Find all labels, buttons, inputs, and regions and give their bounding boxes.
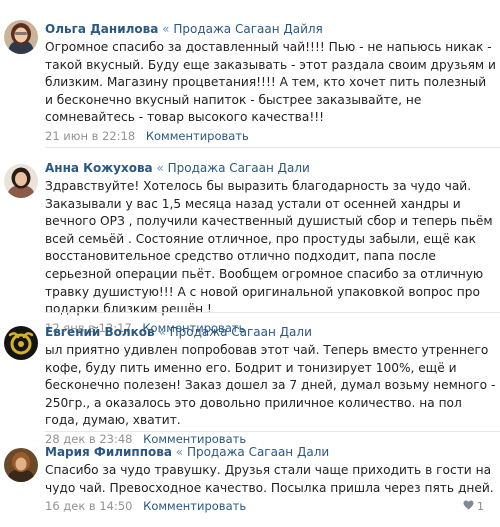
group-separator: « [158, 325, 166, 339]
divider [45, 431, 500, 432]
comment-header: Ольга Данилова « Продажа Сагаан Дайля [45, 22, 496, 37]
comment-reply-button[interactable]: Комментировать [143, 432, 246, 446]
comment-reply-button[interactable]: Комментировать [143, 499, 246, 513]
group-link[interactable]: Продажа Сагаан Дали [170, 325, 312, 339]
comment-meta: 21 июн в 22:18 Комментировать [45, 128, 496, 144]
group-link[interactable]: Продажа Сагаан Дали [168, 161, 310, 175]
comment-date[interactable]: 28 дек в 23:48 [45, 432, 133, 446]
comment-date[interactable]: 21 июн в 22:18 [45, 129, 135, 143]
comment-text: Огромное спасибо за доставленный чай!!!!… [45, 40, 496, 125]
avatar[interactable] [4, 164, 38, 198]
author-name[interactable]: Ольга Данилова [45, 22, 158, 36]
group-separator: « [175, 445, 184, 459]
like-count: 1 [477, 500, 484, 513]
comment-text: Здравствуйте! Хотелось бы выразить благо… [45, 179, 493, 317]
comment-header: Евгений Волков « Продажа Сагаан Дали [45, 325, 496, 340]
avatar[interactable] [4, 326, 38, 360]
divider [45, 147, 500, 148]
comment-text: ыл приятно удивлен попробовав этот чай. … [45, 343, 496, 428]
comment-text: Спасибо за чудо травушку. Друзья стали ч… [45, 463, 494, 495]
group-link[interactable]: Продажа Сагаан Дали [187, 445, 329, 459]
avatar[interactable] [4, 448, 38, 482]
heart-icon [463, 500, 478, 513]
comment-header: Анна Кожухова « Продажа Сагаан Дали [45, 161, 496, 176]
group-separator: « [156, 161, 164, 175]
like-button[interactable]: 1 [463, 500, 484, 513]
avatar[interactable] [4, 20, 38, 54]
group-link[interactable]: Продажа Сагаан Дайля [173, 22, 322, 36]
comment-date[interactable]: 16 дек в 14:50 [45, 499, 133, 513]
comment-meta: 16 дек в 14:50 Комментировать [45, 498, 496, 514]
comment-header: Мария Филиппова « Продажа Сагаан Дали [45, 445, 496, 460]
author-name[interactable]: Мария Филиппова [45, 445, 172, 459]
divider [45, 312, 500, 313]
comment-reply-button[interactable]: Комментировать [146, 129, 249, 143]
group-separator: « [162, 22, 170, 36]
author-name[interactable]: Евгений Волков [45, 325, 155, 339]
author-name[interactable]: Анна Кожухова [45, 161, 153, 175]
